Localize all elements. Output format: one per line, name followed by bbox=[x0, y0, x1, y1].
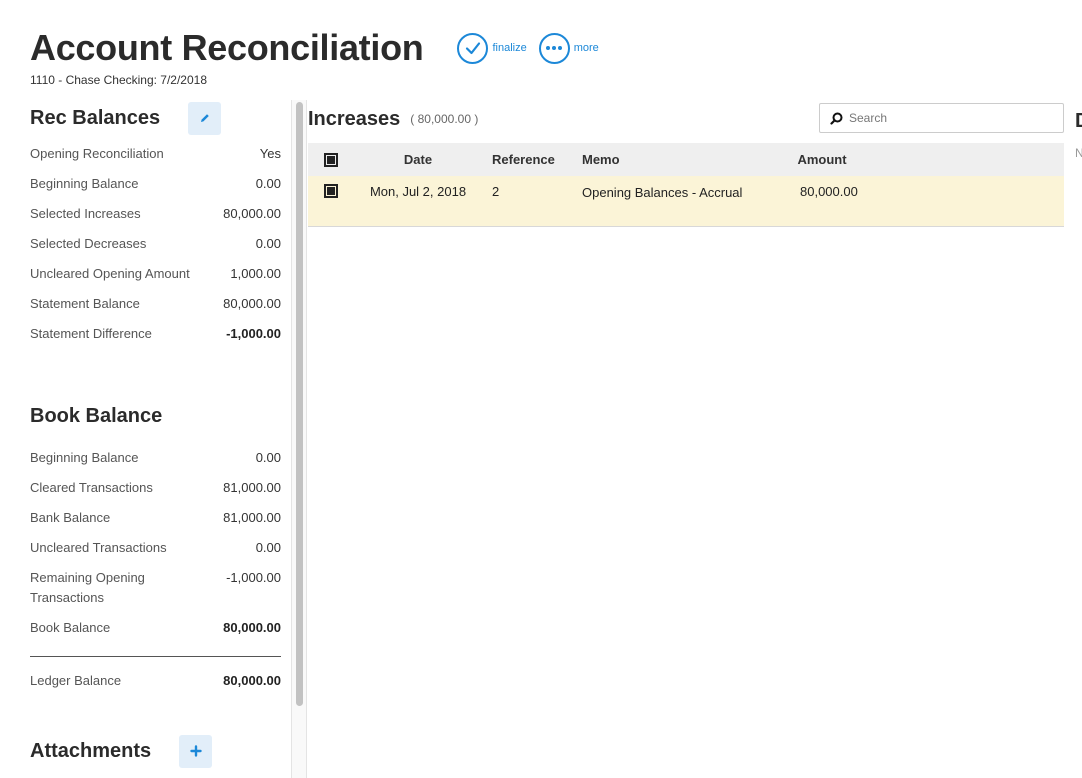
search-icon bbox=[830, 112, 843, 125]
left-panel: Rec Balances Opening Reconciliation Yes B… bbox=[30, 100, 281, 769]
rec-row-uncleared-opening-amount: Uncleared Opening Amount 1,000.00 bbox=[30, 264, 281, 294]
cell-reference: 2 bbox=[492, 184, 500, 199]
table-row[interactable]: Mon, Jul 2, 2018 2 Opening Balances - Ac… bbox=[308, 176, 1064, 227]
attachments-header: Attachments bbox=[30, 733, 281, 769]
row-label: Beginning Balance bbox=[30, 450, 139, 465]
select-all-cell bbox=[308, 152, 354, 167]
book-balance-title: Book Balance bbox=[30, 404, 163, 427]
search-input[interactable] bbox=[849, 111, 1049, 125]
rec-balances-header: Rec Balances bbox=[30, 100, 281, 136]
row-label: Beginning Balance bbox=[30, 176, 139, 191]
row-value: 0.00 bbox=[255, 176, 281, 191]
book-row-beginning-balance: Beginning Balance 0.00 bbox=[30, 448, 281, 478]
book-row-ledger-balance: Ledger Balance 80,000.00 bbox=[30, 671, 281, 701]
rec-row-opening-reconciliation: Opening Reconciliation Yes bbox=[30, 144, 281, 174]
edit-rec-balances-button[interactable] bbox=[188, 101, 222, 135]
book-balance-list: Beginning Balance 0.00 Cleared Transactio… bbox=[30, 448, 281, 701]
row-value: 80,000.00 bbox=[223, 620, 281, 635]
book-row-cleared-transactions: Cleared Transactions 81,000.00 bbox=[30, 478, 281, 508]
row-value: 81,000.00 bbox=[223, 510, 281, 525]
row-checkbox[interactable] bbox=[324, 184, 338, 198]
decreases-sub-clipped: N bbox=[1075, 146, 1082, 160]
row-value: 0.00 bbox=[255, 540, 281, 555]
column-reference[interactable]: Reference bbox=[482, 152, 582, 167]
book-row-book-balance: Book Balance 80,000.00 bbox=[30, 618, 281, 648]
increases-title: Increases bbox=[308, 107, 401, 130]
increases-panel: Increases ( 80,000.00 ) Date Reference M… bbox=[308, 100, 1064, 227]
row-value: -1,000.00 bbox=[226, 570, 281, 585]
finalize-label: finalize bbox=[492, 42, 527, 54]
row-label: Ledger Balance bbox=[30, 673, 122, 688]
row-label: Remaining Opening Transactions bbox=[30, 570, 145, 605]
row-label: Uncleared Transactions bbox=[30, 540, 167, 555]
divider bbox=[30, 656, 281, 657]
book-row-uncleared-transactions: Uncleared Transactions 0.00 bbox=[30, 538, 281, 568]
row-label: Cleared Transactions bbox=[30, 480, 153, 495]
book-balance-header: Book Balance bbox=[30, 398, 281, 434]
add-attachment-button[interactable] bbox=[179, 734, 213, 768]
left-panel-scrollbar[interactable] bbox=[291, 100, 307, 778]
column-date[interactable]: Date bbox=[354, 152, 482, 167]
increases-table: Date Reference Memo Amount Mon, Jul 2, 2… bbox=[308, 143, 1064, 227]
cell-memo: Opening Balances - Accrual bbox=[582, 185, 743, 200]
rec-row-statement-balance: Statement Balance 80,000.00 bbox=[30, 294, 281, 324]
column-memo[interactable]: Memo bbox=[582, 151, 752, 168]
book-row-bank-balance: Bank Balance 81,000.00 bbox=[30, 508, 281, 538]
rec-row-statement-difference: Statement Difference -1,000.00 bbox=[30, 324, 281, 354]
row-label: Opening Reconciliation bbox=[30, 146, 164, 161]
increases-total: ( 80,000.00 ) bbox=[410, 112, 479, 126]
row-value: 1,000.00 bbox=[230, 266, 281, 281]
row-label: Statement Balance bbox=[30, 296, 140, 311]
attachments-title: Attachments bbox=[30, 739, 152, 762]
row-value: 80,000.00 bbox=[223, 673, 281, 688]
account-subtitle: 1110 - Chase Checking: 7/2/2018 bbox=[30, 73, 208, 87]
page-title: Account Reconciliation bbox=[30, 27, 424, 68]
row-label: Statement Difference bbox=[30, 326, 152, 341]
rec-row-beginning-balance: Beginning Balance 0.00 bbox=[30, 174, 281, 204]
book-row-remaining-opening-transactions: Remaining Opening Transactions -1,000.00 bbox=[30, 568, 281, 618]
search-box[interactable] bbox=[819, 103, 1064, 133]
decreases-title-clipped: D bbox=[1075, 110, 1082, 133]
finalize-button[interactable]: finalize bbox=[457, 32, 527, 64]
row-label: Selected Increases bbox=[30, 206, 141, 221]
row-label: Bank Balance bbox=[30, 510, 111, 525]
row-value: 80,000.00 bbox=[223, 206, 281, 221]
row-label: Book Balance bbox=[30, 620, 111, 635]
plus-icon bbox=[189, 745, 202, 757]
rec-balances-list: Opening Reconciliation Yes Beginning Bala… bbox=[30, 144, 281, 354]
row-select-cell bbox=[308, 184, 354, 198]
more-button[interactable]: more bbox=[538, 32, 599, 64]
table-header: Date Reference Memo Amount bbox=[308, 143, 1064, 176]
column-amount[interactable]: Amount bbox=[752, 152, 892, 167]
row-value: Yes bbox=[259, 146, 281, 161]
scrollbar-thumb[interactable] bbox=[296, 102, 303, 706]
select-all-checkbox[interactable] bbox=[324, 152, 338, 167]
rec-row-selected-decreases: Selected Decreases 0.00 bbox=[30, 234, 281, 264]
row-value: 0.00 bbox=[255, 450, 281, 465]
more-label: more bbox=[573, 42, 599, 54]
row-label: Selected Decreases bbox=[30, 236, 147, 251]
cell-date: Mon, Jul 2, 2018 bbox=[369, 184, 467, 199]
cell-amount: 80,000.00 bbox=[800, 184, 858, 199]
rec-balances-title: Rec Balances bbox=[30, 106, 161, 129]
row-value: -1,000.00 bbox=[226, 326, 281, 341]
rec-row-selected-increases: Selected Increases 80,000.00 bbox=[30, 204, 281, 234]
check-circle-icon bbox=[457, 32, 489, 64]
pencil-icon bbox=[200, 114, 209, 122]
row-value: 0.00 bbox=[255, 236, 281, 251]
row-value: 81,000.00 bbox=[223, 480, 281, 495]
row-value: 80,000.00 bbox=[223, 296, 281, 311]
row-label: Uncleared Opening Amount bbox=[30, 266, 190, 281]
page-header: Account Reconciliation finalize more bbox=[30, 26, 599, 70]
ellipsis-icon bbox=[538, 32, 570, 64]
